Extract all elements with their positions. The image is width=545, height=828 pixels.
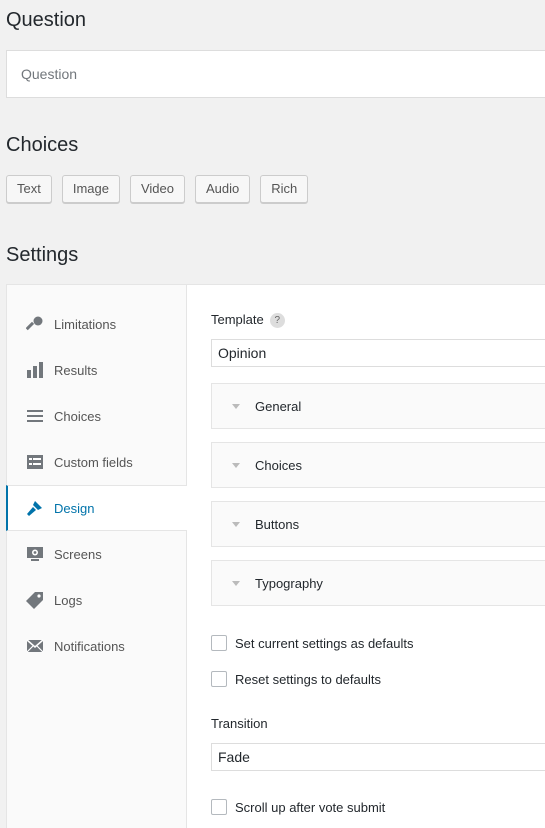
section-buttons[interactable]: Buttons (211, 501, 545, 547)
section-label: Buttons (255, 516, 300, 532)
reset-defaults-checkbox[interactable]: Reset settings to defaults (211, 671, 381, 687)
set-defaults-checkbox[interactable]: Set current settings as defaults (211, 635, 413, 651)
bar-chart-icon (26, 361, 44, 379)
tab-label: Logs (54, 592, 83, 608)
checkbox-label: Scroll up after vote submit (235, 799, 386, 815)
section-general[interactable]: General (211, 383, 545, 429)
paintbrush-icon (26, 499, 44, 517)
add-audio-choice-button[interactable]: Audio (195, 175, 251, 203)
caret-down-icon (232, 521, 240, 527)
section-choices[interactable]: Choices (211, 442, 545, 488)
checkbox-box[interactable] (211, 635, 227, 651)
settings-box: Limitations Results Choices Custom field… (6, 284, 545, 828)
transition-label: Transition (211, 716, 268, 731)
question-input[interactable]: Question (6, 50, 545, 98)
template-select[interactable]: Opinion (211, 339, 545, 367)
tab-label: Results (54, 362, 98, 378)
tab-label: Limitations (54, 316, 117, 332)
tab-design[interactable]: Design (6, 485, 187, 531)
tab-choices[interactable]: Choices (7, 393, 187, 439)
tag-icon (26, 591, 44, 609)
section-typography[interactable]: Typography (211, 560, 545, 606)
tab-label: Custom fields (54, 454, 133, 470)
monitor-icon (26, 545, 44, 563)
list-icon (26, 407, 44, 425)
checkbox-box[interactable] (211, 671, 227, 687)
question-heading: Question (6, 9, 87, 31)
tab-label: Notifications (54, 638, 125, 654)
section-label: General (255, 398, 302, 414)
template-label: Template? (211, 312, 285, 328)
add-rich-choice-button[interactable]: Rich (260, 175, 309, 203)
form-fields-icon (26, 453, 44, 471)
choices-heading: Choices (6, 134, 79, 156)
settings-tabs: Limitations Results Choices Custom field… (6, 285, 187, 828)
tab-label: Screens (54, 546, 102, 562)
section-label: Choices (255, 457, 302, 473)
settings-heading: Settings (6, 244, 79, 266)
checkbox-label: Set current settings as defaults (235, 635, 414, 651)
tab-limitations[interactable]: Limitations (7, 301, 187, 347)
section-label: Typography (255, 575, 323, 591)
checkbox-label: Reset settings to defaults (235, 671, 381, 687)
tab-screens[interactable]: Screens (7, 531, 187, 577)
tab-custom-fields[interactable]: Custom fields (7, 439, 187, 485)
tab-logs[interactable]: Logs (7, 577, 187, 623)
key-icon (26, 315, 44, 333)
scroll-up-checkbox[interactable]: Scroll up after vote submit (211, 799, 385, 815)
help-icon[interactable]: ? (269, 313, 285, 328)
add-text-choice-button[interactable]: Text (6, 175, 52, 203)
caret-down-icon (232, 403, 240, 409)
choice-type-buttons: Text Image Video Audio Rich (6, 175, 318, 203)
checkbox-box[interactable] (211, 799, 227, 815)
tab-notifications[interactable]: Notifications (7, 623, 187, 669)
tab-label: Choices (54, 408, 101, 424)
tab-label: Design (54, 500, 95, 516)
tab-results[interactable]: Results (7, 347, 187, 393)
template-label-text: Template (211, 312, 264, 327)
caret-down-icon (232, 462, 240, 468)
caret-down-icon (232, 580, 240, 586)
transition-select[interactable]: Fade (211, 743, 545, 771)
add-image-choice-button[interactable]: Image (61, 175, 120, 203)
envelope-icon (26, 637, 44, 655)
add-video-choice-button[interactable]: Video (129, 175, 185, 203)
